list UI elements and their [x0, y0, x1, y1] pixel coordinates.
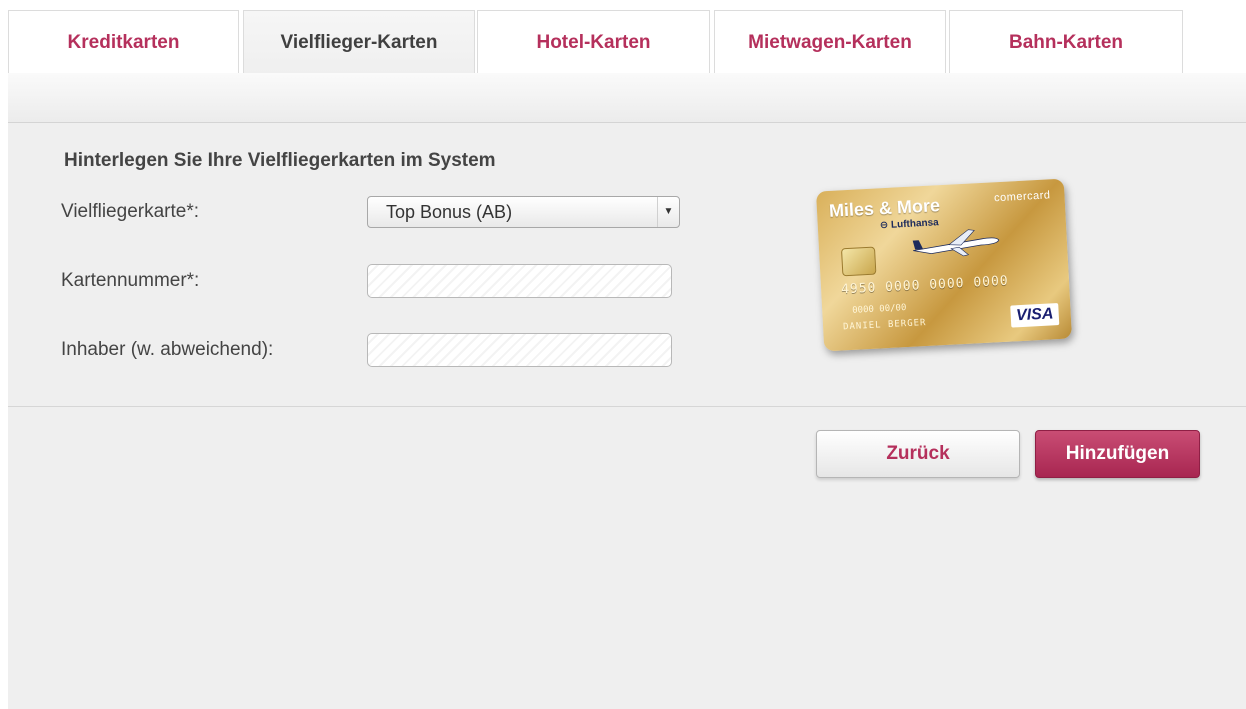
card-chip-icon: [840, 246, 877, 277]
card-holder-text: DANIEL BERGER: [842, 318, 927, 333]
holder-input[interactable]: [367, 333, 672, 367]
tab-vielflieger-karten[interactable]: Vielflieger-Karten: [243, 10, 475, 74]
back-button[interactable]: Zurück: [816, 430, 1020, 478]
card-issuer-text: comercard: [993, 189, 1051, 205]
card-type-label: Vielfliegerkarte*:: [61, 201, 200, 222]
visa-logo: VISA: [1010, 303, 1060, 328]
card-category-tabs: Kreditkarten Vielflieger-Karten Hotel-Ka…: [8, 10, 1246, 74]
tab-toolbar-strip: [8, 73, 1246, 123]
tab-kreditkarten[interactable]: Kreditkarten: [8, 10, 239, 74]
card-number-input[interactable]: [367, 264, 672, 298]
tab-bahn-karten[interactable]: Bahn-Karten: [949, 10, 1183, 74]
add-button[interactable]: Hinzufügen: [1035, 430, 1200, 478]
card-type-selected-value: Top Bonus (AB): [386, 202, 513, 222]
chevron-down-icon[interactable]: ▼: [657, 197, 679, 227]
form-panel: Hinterlegen Sie Ihre Vielfliegerkarten i…: [8, 123, 1246, 709]
section-divider: [8, 406, 1246, 407]
airplane-icon: [912, 229, 1000, 257]
card-number-label: Kartennummer*:: [61, 270, 200, 291]
card-number-text: 4950 0000 0000 0000: [840, 273, 1010, 298]
tab-hotel-karten[interactable]: Hotel-Karten: [477, 10, 710, 74]
card-type-select[interactable]: Top Bonus (AB) ▼: [367, 196, 680, 228]
form-heading: Hinterlegen Sie Ihre Vielfliegerkarten i…: [64, 150, 496, 171]
card-date-text: 0000 00/00: [852, 303, 907, 316]
credit-card-image: Miles & More comercard ⊖ Lufthansa 4950 …: [815, 178, 1073, 352]
tab-mietwagen-karten[interactable]: Mietwagen-Karten: [714, 10, 946, 74]
holder-label: Inhaber (w. abweichend):: [61, 339, 274, 360]
